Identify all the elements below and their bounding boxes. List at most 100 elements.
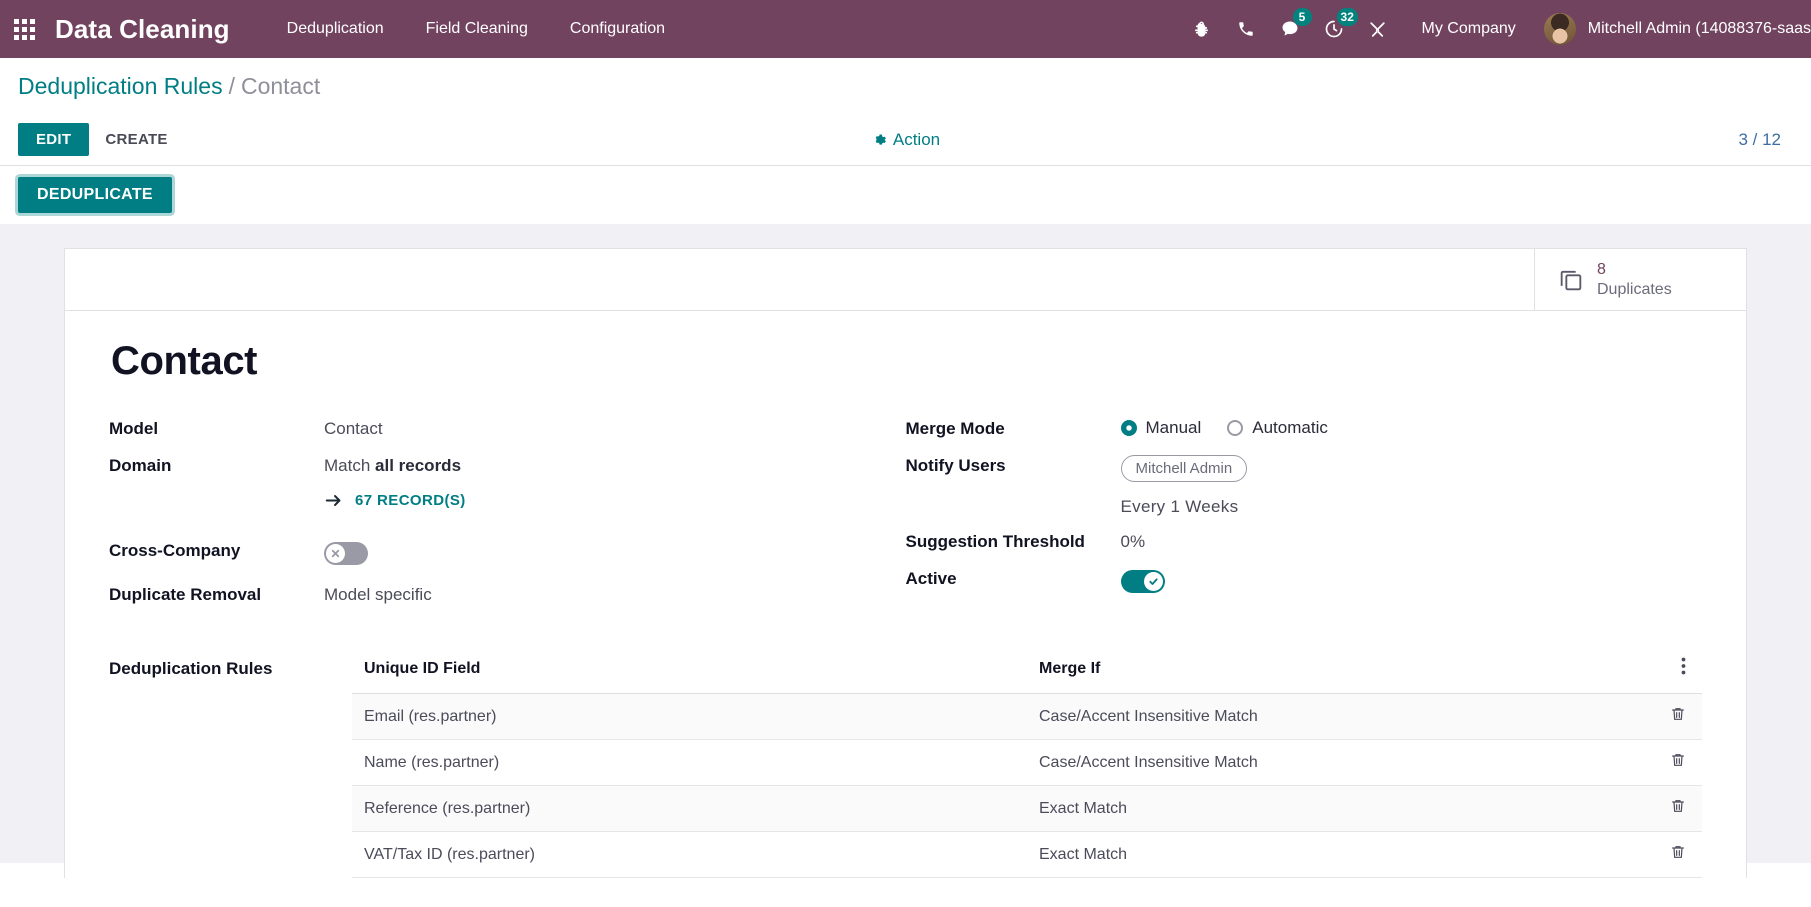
navbar-right-section: 5 32 My Company Mitchell Admin (14088376…: [1180, 0, 1811, 58]
duplicates-label: Duplicates: [1597, 280, 1672, 298]
radio-label-automatic: Automatic: [1252, 418, 1328, 437]
suggestion-threshold-label: Suggestion Threshold: [905, 532, 1085, 551]
cell-unique-id-field[interactable]: VAT/Tax ID (res.partner): [352, 831, 1027, 878]
form-column-left: Model Contact Domain Match all records 6…: [109, 416, 906, 619]
trash-icon[interactable]: [1670, 846, 1686, 865]
field-row-suggestion-threshold: Suggestion Threshold 0%: [906, 529, 1703, 566]
active-label: Active: [905, 569, 957, 588]
cross-company-label: Cross-Company: [109, 541, 241, 560]
suggestion-threshold-value[interactable]: 0%: [1121, 529, 1146, 552]
merge-mode-label: Merge Mode: [905, 419, 1005, 438]
cell-unique-id-field[interactable]: Email (res.partner): [352, 693, 1027, 740]
field-row-domain: Domain Match all records: [109, 453, 866, 490]
radio-label-manual: Manual: [1145, 418, 1202, 437]
deduplicate-button[interactable]: DEDUPLICATE: [18, 177, 172, 213]
table-row[interactable]: Email (res.partner) Case/Accent Insensit…: [352, 693, 1702, 740]
messages-icon[interactable]: 5: [1268, 0, 1312, 58]
form-columns: Model Contact Domain Match all records 6…: [109, 416, 1702, 619]
bug-icon[interactable]: [1180, 0, 1224, 58]
cell-unique-id-field[interactable]: Reference (res.partner): [352, 785, 1027, 832]
app-brand-title[interactable]: Data Cleaning: [55, 14, 230, 45]
field-row-merge-mode: Merge Mode Manual Automatic: [906, 416, 1703, 453]
breadcrumb-root-link[interactable]: Deduplication Rules: [18, 73, 223, 100]
breadcrumb-separator: /: [228, 72, 235, 99]
edit-button[interactable]: EDIT: [18, 123, 90, 156]
radio-option-manual[interactable]: Manual: [1120, 418, 1202, 438]
field-row-records-link: 67 RECORD(S): [109, 490, 866, 538]
records-count-link[interactable]: 67 RECORD(S): [324, 490, 466, 509]
field-row-cross-company: Cross-Company: [109, 538, 866, 582]
field-row-active: Active: [906, 566, 1703, 610]
table-header-row: Unique ID Field Merge If: [352, 653, 1702, 694]
form-body: Contact Model Contact Domain Match all r…: [65, 311, 1746, 878]
table-row[interactable]: Reference (res.partner) Exact Match: [352, 785, 1702, 832]
table-row[interactable]: VAT/Tax ID (res.partner) Exact Match: [352, 831, 1702, 878]
cell-merge-if[interactable]: Exact Match: [1027, 785, 1648, 832]
menu-item-configuration[interactable]: Configuration: [549, 12, 686, 46]
field-row-duplicate-removal: Duplicate Removal Model specific: [109, 582, 866, 619]
deduplication-rules-label: Deduplication Rules: [109, 659, 273, 678]
company-selector[interactable]: My Company: [1400, 20, 1538, 38]
smart-button-duplicates[interactable]: 8 Duplicates: [1534, 249, 1746, 310]
menu-item-field-cleaning[interactable]: Field Cleaning: [405, 12, 549, 46]
cell-merge-if[interactable]: Case/Accent Insensitive Match: [1027, 739, 1648, 786]
domain-value[interactable]: Match all records: [324, 453, 461, 476]
top-navbar: Data Cleaning Deduplication Field Cleani…: [0, 0, 1811, 58]
cell-merge-if[interactable]: Case/Accent Insensitive Match: [1027, 693, 1648, 740]
interval-value[interactable]: Every 1 Weeks: [1121, 493, 1239, 517]
duplicate-copy-icon: [1560, 270, 1582, 290]
form-column-right: Merge Mode Manual Automatic Notify Users…: [906, 416, 1703, 619]
cell-merge-if[interactable]: Exact Match: [1027, 831, 1648, 878]
cell-unique-id-field[interactable]: Name (res.partner): [352, 739, 1027, 786]
toggle-knob-on-icon: [1143, 572, 1163, 591]
avatar: [1543, 13, 1576, 45]
smart-button-box: 8 Duplicates: [65, 249, 1746, 311]
radio-dot-automatic-icon: [1227, 420, 1244, 436]
action-label: Action: [892, 129, 941, 149]
toggle-knob-off-icon: [326, 544, 345, 563]
main-menu: Deduplication Field Cleaning Configurati…: [266, 12, 686, 46]
tools-icon[interactable]: [1356, 0, 1400, 58]
trash-icon[interactable]: [1670, 754, 1686, 773]
field-row-model: Model Contact: [109, 416, 866, 453]
notify-users-tag[interactable]: Mitchell Admin: [1120, 455, 1248, 482]
gear-icon: [875, 134, 886, 145]
table-body: Email (res.partner) Case/Accent Insensit…: [352, 693, 1702, 878]
trash-icon[interactable]: [1670, 708, 1686, 727]
form-sheet: 8 Duplicates Contact Model Contact Domai…: [64, 248, 1747, 878]
trash-icon[interactable]: [1670, 800, 1686, 819]
control-panel: EDIT CREATE Action 3 / 12: [0, 114, 1811, 166]
action-menu-button[interactable]: Action: [871, 130, 940, 150]
radio-option-automatic[interactable]: Automatic: [1227, 418, 1328, 438]
domain-prefix: Match: [324, 456, 376, 475]
pager[interactable]: 3 / 12: [1738, 130, 1781, 150]
menu-item-deduplication[interactable]: Deduplication: [266, 12, 405, 46]
active-toggle[interactable]: [1120, 570, 1165, 593]
deduplication-rules-table: Unique ID Field Merge If Email (res.part…: [352, 653, 1702, 878]
notify-users-label: Notify Users: [905, 456, 1006, 475]
duplicate-removal-value[interactable]: Model specific: [324, 582, 432, 605]
column-header-merge-if[interactable]: Merge If: [1027, 653, 1648, 694]
form-background: 8 Duplicates Contact Model Contact Domai…: [0, 224, 1811, 878]
duplicate-removal-label: Duplicate Removal: [109, 585, 262, 604]
field-row-notify-users: Notify Users Mitchell Admin: [906, 453, 1703, 493]
create-button[interactable]: CREATE: [89, 123, 183, 156]
arrow-right-icon: [325, 495, 341, 506]
vertical-dots-icon[interactable]: [1681, 657, 1686, 680]
records-count-label: 67 RECORD(S): [355, 492, 466, 509]
phone-icon[interactable]: [1224, 0, 1268, 58]
duplicates-count: 8: [1597, 261, 1606, 279]
cross-company-toggle[interactable]: [324, 542, 368, 565]
activities-clock-icon[interactable]: 32: [1312, 0, 1358, 58]
messages-badge: 5: [1292, 8, 1312, 26]
apps-grid-icon[interactable]: [14, 18, 35, 40]
field-row-interval: Every 1 Weeks: [906, 493, 1703, 529]
user-name-label: Mitchell Admin (14088376-saas: [1587, 20, 1811, 37]
column-header-unique-id-field[interactable]: Unique ID Field: [352, 653, 1027, 694]
table-row[interactable]: Name (res.partner) Case/Accent Insensiti…: [352, 739, 1702, 786]
radio-dot-manual-icon: [1120, 420, 1137, 436]
model-value[interactable]: Contact: [324, 416, 383, 439]
breadcrumb: Deduplication Rules / Contact: [0, 58, 1811, 114]
user-menu[interactable]: Mitchell Admin (14088376-saas: [1538, 13, 1811, 45]
statusbar-buttons: DEDUPLICATE: [0, 166, 1811, 224]
